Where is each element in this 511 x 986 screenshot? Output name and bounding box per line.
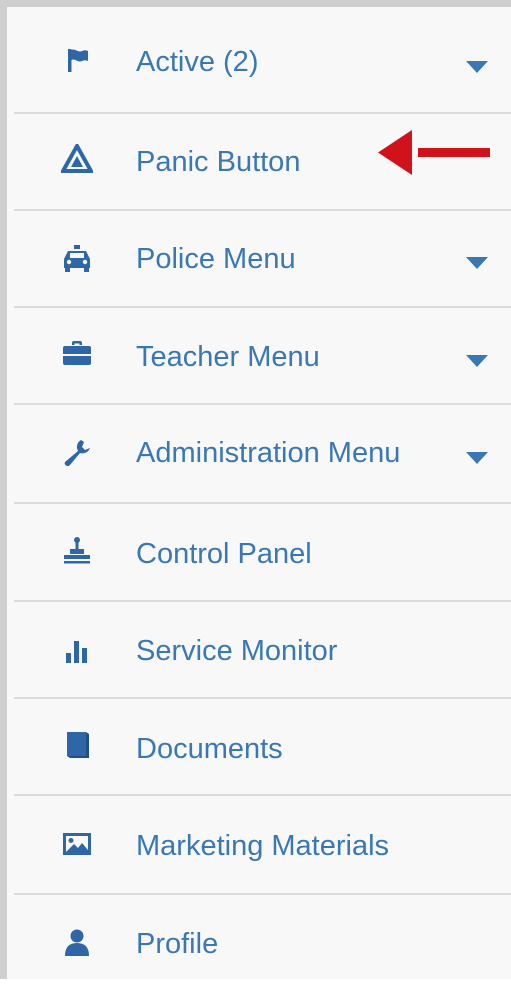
book-icon bbox=[59, 727, 95, 763]
control-panel-icon bbox=[59, 534, 95, 570]
menu-item-label: Teacher Menu bbox=[136, 341, 320, 373]
menu-item-label: Profile bbox=[136, 928, 219, 960]
menu-item-label: Service Monitor bbox=[136, 635, 338, 667]
menu-item-marketing-materials[interactable]: Marketing Materials bbox=[14, 796, 511, 895]
briefcase-icon bbox=[59, 336, 95, 372]
menu-item-label: Active (2) bbox=[136, 46, 259, 78]
warning-triangle-icon bbox=[59, 141, 95, 177]
menu-item-label: Police Menu bbox=[136, 243, 296, 275]
menu-item-police-menu[interactable]: Police Menu bbox=[14, 211, 511, 308]
chevron-down-icon[interactable] bbox=[466, 452, 488, 464]
menu-item-active[interactable]: Active (2) bbox=[14, 14, 511, 114]
menu-item-label: Administration Menu bbox=[136, 437, 401, 469]
chevron-down-icon[interactable] bbox=[466, 61, 488, 73]
menu-item-service-monitor[interactable]: Service Monitor bbox=[14, 602, 511, 699]
menu-item-control-panel[interactable]: Control Panel bbox=[14, 504, 511, 602]
chevron-down-icon[interactable] bbox=[466, 257, 488, 269]
menu-item-administration-menu[interactable]: Administration Menu bbox=[14, 405, 511, 504]
police-car-icon bbox=[59, 241, 95, 277]
menu-item-label: Control Panel bbox=[136, 538, 312, 570]
menu-item-teacher-menu[interactable]: Teacher Menu bbox=[14, 308, 511, 405]
bar-chart-icon bbox=[59, 634, 95, 670]
menu-item-profile[interactable]: Profile bbox=[14, 895, 511, 986]
user-icon bbox=[59, 925, 95, 961]
menu-item-label: Panic Button bbox=[136, 146, 301, 178]
flag-icon bbox=[59, 42, 95, 78]
menu-item-label: Documents bbox=[136, 733, 283, 765]
menu-item-label: Marketing Materials bbox=[136, 830, 390, 862]
menu-item-documents[interactable]: Documents bbox=[14, 699, 511, 796]
image-icon bbox=[59, 826, 95, 862]
chevron-down-icon[interactable] bbox=[466, 355, 488, 367]
wrench-icon bbox=[59, 435, 95, 471]
red-arrow-annotation bbox=[378, 130, 490, 175]
